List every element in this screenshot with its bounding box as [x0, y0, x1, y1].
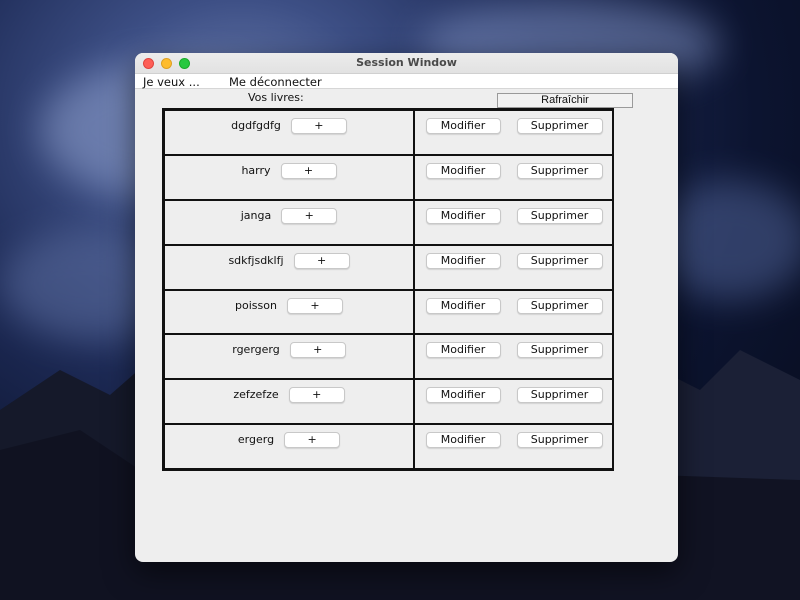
refresh-button[interactable]: Rafraîchir — [497, 93, 633, 108]
edit-button[interactable]: Modifier — [425, 432, 501, 449]
book-row-left: sdkfjsdklfj + — [164, 244, 414, 290]
edit-button[interactable]: Modifier — [425, 297, 501, 314]
books-grid: dgdfgdfg + Modifier Supprimer harry + Mo… — [162, 108, 614, 471]
book-row-left: zefzefze + — [164, 379, 414, 425]
book-row-left: harry + — [164, 154, 414, 200]
book-title: harry — [241, 163, 271, 177]
window-title: Session Window — [356, 56, 457, 69]
book-row-actions: Modifier Supprimer — [414, 154, 614, 200]
add-button[interactable]: + — [290, 118, 347, 134]
title-bar[interactable]: Session Window — [135, 53, 678, 74]
edit-button[interactable]: Modifier — [425, 342, 501, 359]
book-title: rgergerg — [232, 343, 280, 357]
delete-button[interactable]: Supprimer — [516, 162, 603, 179]
book-title: janga — [240, 208, 272, 222]
edit-button[interactable]: Modifier — [425, 252, 501, 269]
book-row-actions: Modifier Supprimer — [414, 424, 614, 469]
book-row-actions: Modifier Supprimer — [414, 289, 614, 335]
delete-button[interactable]: Supprimer — [516, 207, 603, 224]
add-button[interactable]: + — [289, 342, 346, 359]
add-button[interactable]: + — [293, 252, 350, 269]
delete-button[interactable]: Supprimer — [516, 432, 603, 449]
edit-button[interactable]: Modifier — [425, 118, 501, 134]
book-title: sdkfjsdklfj — [228, 253, 284, 267]
book-row-left: janga + — [164, 199, 414, 245]
book-title: poisson — [235, 298, 277, 312]
add-button[interactable]: + — [286, 297, 343, 314]
edit-button[interactable]: Modifier — [425, 207, 501, 224]
book-row-left: dgdfgdfg + — [164, 110, 414, 155]
book-row-actions: Modifier Supprimer — [414, 334, 614, 380]
add-button[interactable]: + — [288, 387, 345, 404]
book-row-actions: Modifier Supprimer — [414, 244, 614, 290]
menu-me-deconnecter[interactable]: Me déconnecter — [229, 75, 322, 89]
delete-button[interactable]: Supprimer — [516, 387, 603, 404]
book-title: ergerg — [237, 433, 275, 447]
book-row-actions: Modifier Supprimer — [414, 379, 614, 425]
add-button[interactable]: + — [284, 432, 341, 449]
book-title: zefzefze — [233, 388, 279, 402]
add-button[interactable]: + — [280, 162, 337, 179]
book-title: dgdfgdfg — [231, 119, 281, 132]
books-heading: Vos livres: — [248, 91, 304, 104]
delete-button[interactable]: Supprimer — [516, 252, 603, 269]
edit-button[interactable]: Modifier — [425, 162, 501, 179]
add-button[interactable]: + — [281, 207, 338, 224]
edit-button[interactable]: Modifier — [425, 387, 501, 404]
menu-bar: Je veux ... Me déconnecter — [135, 74, 678, 89]
book-row-left: rgergerg + — [164, 334, 414, 380]
session-window: Session Window Je veux ... Me déconnecte… — [135, 53, 678, 562]
book-row-left: ergerg + — [164, 424, 414, 469]
book-row-left: poisson + — [164, 289, 414, 335]
book-row-actions: Modifier Supprimer — [414, 110, 614, 155]
book-row-actions: Modifier Supprimer — [414, 199, 614, 245]
delete-button[interactable]: Supprimer — [516, 297, 603, 314]
delete-button[interactable]: Supprimer — [516, 342, 603, 359]
delete-button[interactable]: Supprimer — [516, 118, 603, 134]
menu-je-veux[interactable]: Je veux ... — [143, 75, 200, 89]
